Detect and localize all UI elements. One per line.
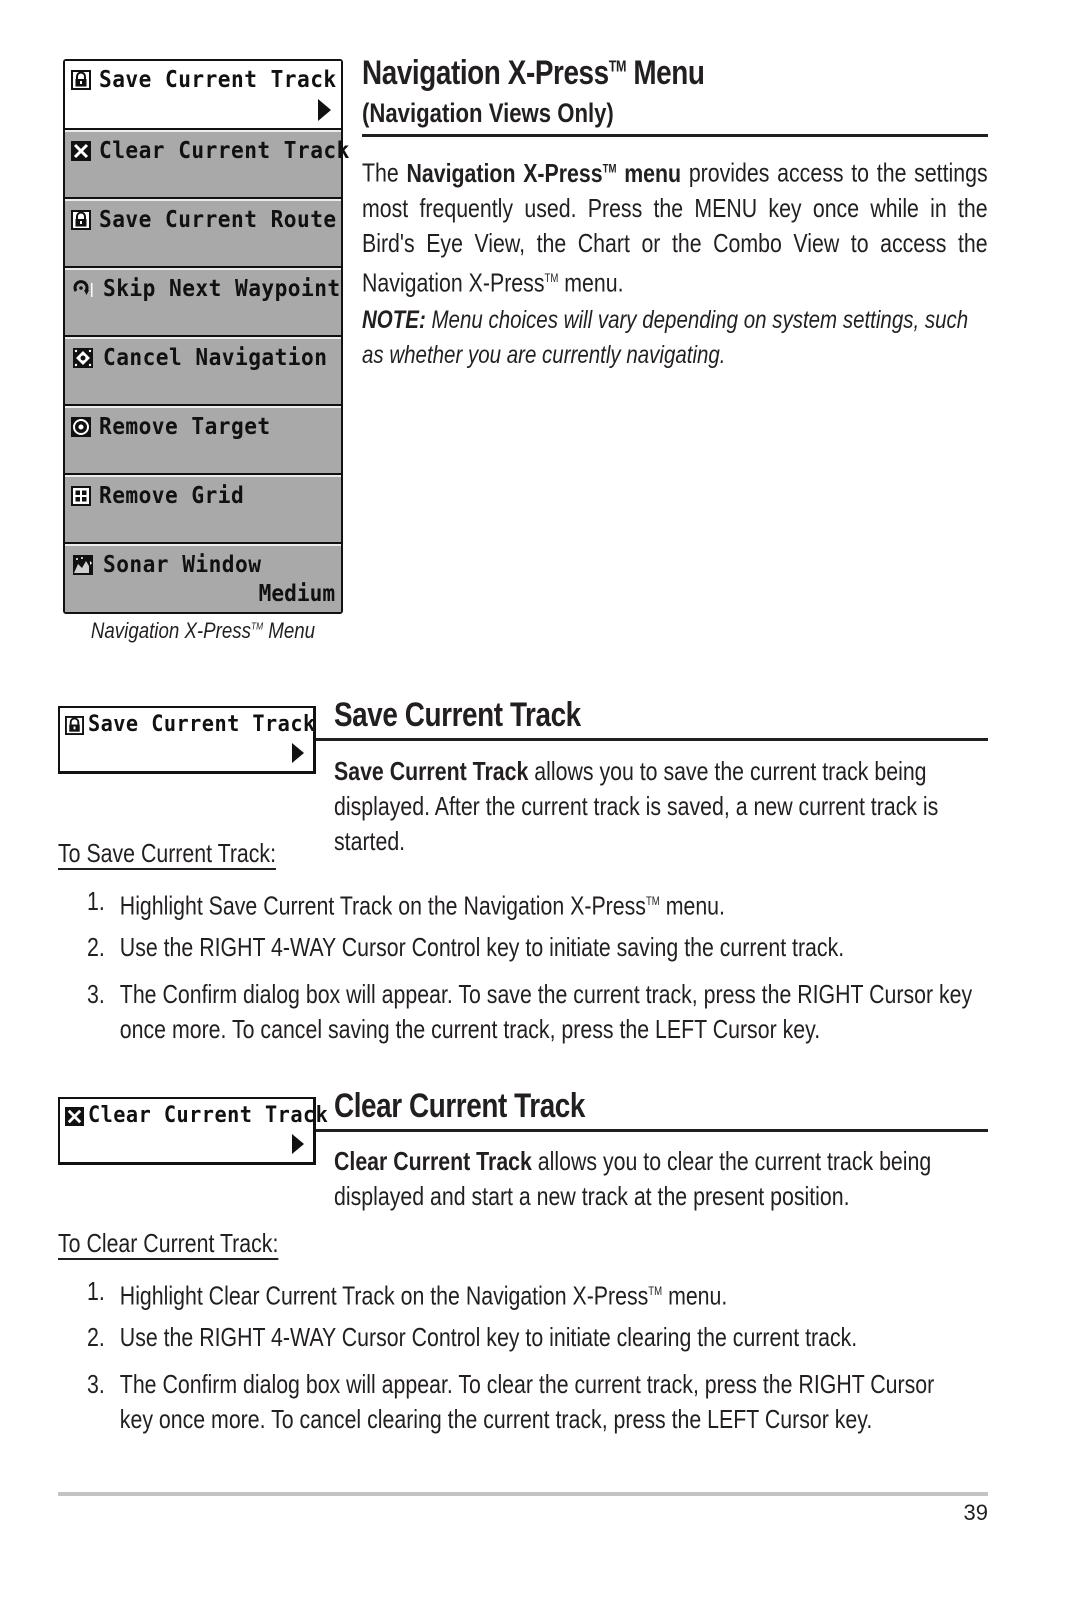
clear-step-2: 2. Use the RIGHT 4-WAY Cursor Control ke…	[87, 1320, 973, 1355]
menu-item-save-current-route[interactable]: Save Current Route	[65, 199, 341, 266]
bold-text: Save Current Track	[334, 756, 529, 786]
menu-caption: Navigation X-PressTM Menu	[84, 618, 322, 644]
menu-item-skip-next-waypoint[interactable]: Skip Next Waypoint	[65, 268, 341, 335]
title-suffix: Menu	[626, 54, 705, 92]
menu-item-label: Save Current Route	[99, 207, 337, 233]
text: menu.	[558, 267, 624, 298]
menu-item-label: Save Current Track	[99, 67, 337, 93]
clear-step-1: 1. Highlight Clear Current Track on the …	[87, 1274, 973, 1311]
menu-item-label: Clear Current Track	[99, 138, 350, 164]
trademark: TM	[645, 895, 660, 908]
right-arrow-icon	[292, 743, 304, 763]
text: menu.	[659, 890, 725, 921]
menu-item-label: Skip Next Waypoint	[103, 276, 341, 302]
clear-current-track-menu-box[interactable]: Clear Current Track	[58, 1097, 328, 1165]
title-text: Navigation X-Press	[362, 54, 609, 92]
step-number: 2.	[87, 1322, 105, 1352]
caption-text: Navigation X-Press	[90, 618, 251, 643]
menu-item-sonar-window[interactable]: Sonar Window Medium	[65, 544, 341, 612]
menu-item-remove-grid[interactable]: Remove Grid	[65, 475, 341, 542]
note-label: NOTE:	[362, 306, 426, 334]
step-text: Use the RIGHT 4-WAY Cursor Control key t…	[119, 932, 845, 962]
text: The	[362, 157, 407, 188]
step-text: Highlight Clear Current Track on the Nav…	[120, 1274, 728, 1314]
grid-icon	[71, 486, 91, 506]
sonar-window-icon	[73, 555, 93, 575]
lock-save-icon	[71, 70, 91, 90]
step-number: 3.	[87, 979, 105, 1009]
step-number: 2.	[87, 932, 105, 962]
note: NOTE: Menu choices will vary depending o…	[362, 303, 988, 373]
step-text: The Confirm dialog box will appear. To c…	[119, 1369, 935, 1434]
text: Highlight Clear Current Track on the Nav…	[119, 1280, 649, 1311]
footer-rule	[58, 1492, 988, 1496]
menu-box-label: Save Current Track	[88, 712, 316, 737]
step-number: 3.	[87, 1369, 105, 1399]
x-clear-icon	[65, 1107, 84, 1126]
step-text: Use the RIGHT 4-WAY Cursor Control key t…	[119, 1322, 858, 1352]
right-arrow-icon	[292, 1134, 304, 1154]
trademark: TM	[250, 621, 264, 633]
x-clear-icon	[71, 141, 91, 161]
right-arrow-icon	[318, 99, 331, 121]
clear-step-3: 3. The Confirm dialog box will appear. T…	[87, 1367, 940, 1439]
clear-track-subheading: To Clear Current Track:	[58, 1228, 279, 1258]
page-number: 39	[963, 1500, 988, 1525]
trademark: TM	[544, 271, 559, 285]
target-icon	[71, 417, 91, 437]
save-step-2: 2. Use the RIGHT 4-WAY Cursor Control ke…	[87, 930, 973, 965]
save-step-3: 3. The Confirm dialog box will appear. T…	[87, 977, 972, 1049]
menu-item-cancel-navigation[interactable]: Cancel Navigation	[65, 337, 341, 404]
save-current-track-menu-box[interactable]: Save Current Track	[58, 706, 316, 774]
cancel-navigation-icon	[73, 348, 93, 368]
save-step-1: 1. Highlight Save Current Track on the N…	[87, 884, 973, 921]
menu-box-label: Clear Current Track	[88, 1103, 329, 1128]
menu-item-label: Remove Grid	[99, 483, 245, 509]
menu-item-clear-current-track[interactable]: Clear Current Track	[65, 130, 349, 197]
skip-waypoint-icon	[73, 280, 93, 297]
menu-item-label: Cancel Navigation	[103, 345, 328, 371]
save-track-description: Save Current Track allows you to save th…	[334, 754, 988, 859]
section-heading-clear-current-track: Clear Current Track	[334, 1087, 585, 1125]
step-text: The Confirm dialog box will appear. To s…	[119, 979, 973, 1044]
bold-text: menu	[616, 157, 682, 188]
menu-item-label: Remove Target	[99, 414, 271, 440]
menu-item-save-current-track[interactable]: Save Current Track	[65, 61, 341, 128]
menu-item-remove-target[interactable]: Remove Target	[65, 406, 341, 473]
menu-item-label: Sonar Window	[103, 552, 262, 578]
section-heading-save-current-track: Save Current Track	[334, 696, 581, 734]
intro-paragraph: The Navigation X-PressTM menu provides a…	[362, 151, 988, 300]
text: menu.	[662, 1280, 728, 1311]
page-subtitle: (Navigation Views Only)	[362, 98, 614, 128]
step-number: 1.	[87, 1276, 105, 1306]
save-track-subheading: To Save Current Track:	[58, 838, 277, 868]
text: Highlight Save Current Track on the Navi…	[119, 890, 646, 921]
heading-rule	[316, 1129, 988, 1132]
trademark: TM	[608, 58, 627, 76]
heading-rule	[362, 134, 988, 137]
menu-item-value: Medium	[258, 581, 335, 607]
navigation-xpress-menu: Save Current Track Clear Current Track S…	[63, 59, 349, 614]
clear-track-description: Clear Current Track allows you to clear …	[334, 1144, 988, 1214]
page-title: Navigation X-PressTM Menu	[362, 54, 705, 93]
heading-rule	[316, 738, 988, 741]
step-text: Highlight Save Current Track on the Navi…	[120, 884, 725, 924]
step-number: 1.	[87, 886, 105, 916]
lock-save-icon	[65, 716, 84, 735]
lock-save-icon	[71, 210, 91, 230]
caption-suffix: Menu	[263, 618, 316, 643]
note-text: Menu choices will vary depending on syst…	[362, 306, 969, 369]
trademark: TM	[602, 162, 617, 175]
bold-text: Clear Current Track	[334, 1146, 532, 1176]
trademark: TM	[648, 1285, 663, 1298]
bold-text: Navigation X-Press	[406, 157, 603, 188]
